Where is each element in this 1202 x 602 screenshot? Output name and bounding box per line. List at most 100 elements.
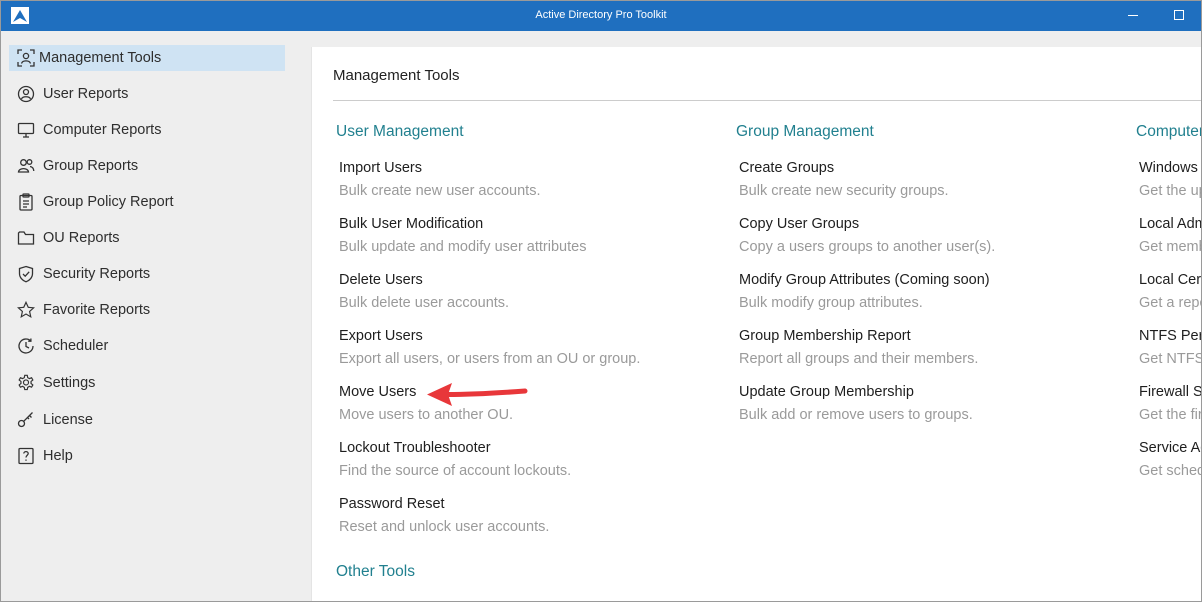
tool-password-reset[interactable]: Password Reset Reset and unlock user acc… <box>339 496 719 535</box>
tool-title[interactable]: Export Users <box>339 328 719 348</box>
section-heading-user-management: User Management <box>336 123 464 140</box>
sidebar-item-ou-reports[interactable]: OU Reports <box>9 225 285 251</box>
tool-group-membership-report[interactable]: Group Membership Report Report all group… <box>739 328 1119 367</box>
tool-local-admin[interactable]: Local Adm Get memb <box>1139 216 1202 255</box>
tool-title[interactable]: Firewall S <box>1139 384 1201 404</box>
sidebar-item-label: Favorite Reports <box>43 302 151 318</box>
tool-title[interactable]: NTFS Per <box>1139 328 1201 348</box>
tool-update-group-membership[interactable]: Update Group Membership Bulk add or remo… <box>739 384 1119 423</box>
user-circle-icon <box>17 85 35 103</box>
sidebar-item-computer-reports[interactable]: Computer Reports <box>9 117 285 143</box>
minimize-button[interactable] <box>1109 1 1155 31</box>
section-heading-computer: Computer <box>1136 123 1202 140</box>
tool-description: Get NTFS <box>1139 351 1202 367</box>
tool-description: Get the up <box>1139 183 1202 199</box>
tool-title[interactable]: Local Adm <box>1139 216 1201 236</box>
clock-icon <box>17 337 35 355</box>
tool-title[interactable]: Local Cer <box>1139 272 1201 292</box>
sidebar-item-label: License <box>43 412 93 428</box>
tool-title[interactable]: Modify Group Attributes (Coming soon) <box>739 272 1119 292</box>
sidebar-item-label: Group Reports <box>43 158 139 174</box>
tool-description: Bulk create new security groups. <box>739 183 949 199</box>
management-tools-icon <box>17 49 35 67</box>
sidebar: Management Tools User Reports Computer R… <box>1 31 301 601</box>
sidebar-item-label: OU Reports <box>43 230 120 246</box>
app-window: Active Directory Pro Toolkit Management … <box>0 0 1202 602</box>
tool-description: Get a repo <box>1139 295 1202 311</box>
sidebar-item-label: Help <box>43 448 73 464</box>
tool-title[interactable]: Create Groups <box>739 160 1119 180</box>
sidebar-item-label: Security Reports <box>43 266 151 282</box>
minimize-icon <box>1128 15 1138 16</box>
tool-delete-users[interactable]: Delete Users Bulk delete user accounts. <box>339 272 719 311</box>
window-title: Active Directory Pro Toolkit <box>535 9 667 21</box>
tool-description: Get sched <box>1139 463 1202 479</box>
tool-description: Get the fir <box>1139 407 1202 423</box>
tool-title[interactable]: Copy User Groups <box>739 216 1119 236</box>
tool-description: Report all groups and their members. <box>739 351 979 367</box>
tool-description: Bulk modify group attributes. <box>739 295 923 311</box>
title-divider <box>333 100 1201 101</box>
tool-service-accounts[interactable]: Service Ac Get sched <box>1139 440 1202 479</box>
sidebar-item-scheduler[interactable]: Scheduler <box>9 333 285 359</box>
maximize-icon <box>1174 10 1184 20</box>
main-panel: Management Tools User Management Import … <box>311 47 1202 601</box>
tool-firewall-settings[interactable]: Firewall S Get the fir <box>1139 384 1202 423</box>
tool-description: Export all users, or users from an OU or… <box>339 351 641 367</box>
sidebar-item-label: User Reports <box>43 86 129 102</box>
sidebar-item-group-reports[interactable]: Group Reports <box>9 153 285 179</box>
star-icon <box>17 300 35 319</box>
tool-title[interactable]: Password Reset <box>339 496 719 516</box>
tool-title[interactable]: Windows <box>1139 160 1201 180</box>
tool-description: Move users to another OU. <box>339 407 514 423</box>
tool-local-certificates[interactable]: Local Cer Get a repo <box>1139 272 1202 311</box>
tool-description: Bulk delete user accounts. <box>339 295 510 311</box>
sidebar-item-user-reports[interactable]: User Reports <box>9 81 285 107</box>
tool-windows[interactable]: Windows Get the up <box>1139 160 1202 199</box>
tool-description: Bulk create new user accounts. <box>339 183 541 199</box>
page-title: Management Tools <box>333 67 460 84</box>
tool-description: Reset and unlock user accounts. <box>339 519 550 535</box>
tool-description: Find the source of account lockouts. <box>339 463 572 479</box>
tool-title[interactable]: Import Users <box>339 160 719 180</box>
sidebar-item-settings[interactable]: Settings <box>9 370 285 396</box>
sidebar-item-favorite-reports[interactable]: Favorite Reports <box>9 297 285 323</box>
sidebar-item-management-tools[interactable]: Management Tools <box>9 45 285 71</box>
tool-import-users[interactable]: Import Users Bulk create new user accoun… <box>339 160 719 199</box>
tool-ntfs-permissions[interactable]: NTFS Per Get NTFS <box>1139 328 1202 367</box>
tool-lockout-troubleshooter[interactable]: Lockout Troubleshooter Find the source o… <box>339 440 719 479</box>
tool-move-users[interactable]: Move Users Move users to another OU. <box>339 384 719 423</box>
shield-check-icon <box>17 265 35 283</box>
clipboard-icon <box>17 193 35 211</box>
sidebar-item-security-reports[interactable]: Security Reports <box>9 261 285 287</box>
tool-create-groups[interactable]: Create Groups Bulk create new security g… <box>739 160 1119 199</box>
tool-description: Get memb <box>1139 239 1202 255</box>
tool-copy-user-groups[interactable]: Copy User Groups Copy a users groups to … <box>739 216 1119 255</box>
key-icon <box>17 411 35 429</box>
tool-modify-group-attributes[interactable]: Modify Group Attributes (Coming soon) Bu… <box>739 272 1119 311</box>
maximize-button[interactable] <box>1155 1 1201 31</box>
tool-title[interactable]: Service Ac <box>1139 440 1201 460</box>
sidebar-item-help[interactable]: Help <box>9 443 285 469</box>
folder-icon <box>17 229 35 247</box>
tool-title[interactable]: Lockout Troubleshooter <box>339 440 719 460</box>
sidebar-item-label: Settings <box>43 375 96 391</box>
sidebar-item-label: Scheduler <box>43 338 109 354</box>
monitor-icon <box>17 121 35 139</box>
sidebar-item-label: Management Tools <box>39 50 162 66</box>
tool-title[interactable]: Move Users <box>339 384 719 404</box>
tool-title[interactable]: Update Group Membership <box>739 384 1119 404</box>
red-annotation-arrow-icon <box>427 383 528 406</box>
section-heading-other-tools: Other Tools <box>336 563 415 580</box>
sidebar-item-label: Group Policy Report <box>43 194 174 210</box>
tool-export-users[interactable]: Export Users Export all users, or users … <box>339 328 719 367</box>
sidebar-item-group-policy-report[interactable]: Group Policy Report <box>9 189 285 215</box>
tool-title[interactable]: Delete Users <box>339 272 719 292</box>
title-bar: Active Directory Pro Toolkit <box>1 1 1201 31</box>
sidebar-item-label: Computer Reports <box>43 122 162 138</box>
sidebar-item-license[interactable]: License <box>9 407 285 433</box>
tool-title[interactable]: Group Membership Report <box>739 328 1119 348</box>
tool-title[interactable]: Bulk User Modification <box>339 216 719 236</box>
tool-bulk-user-modification[interactable]: Bulk User Modification Bulk update and m… <box>339 216 719 255</box>
help-icon <box>17 447 35 465</box>
